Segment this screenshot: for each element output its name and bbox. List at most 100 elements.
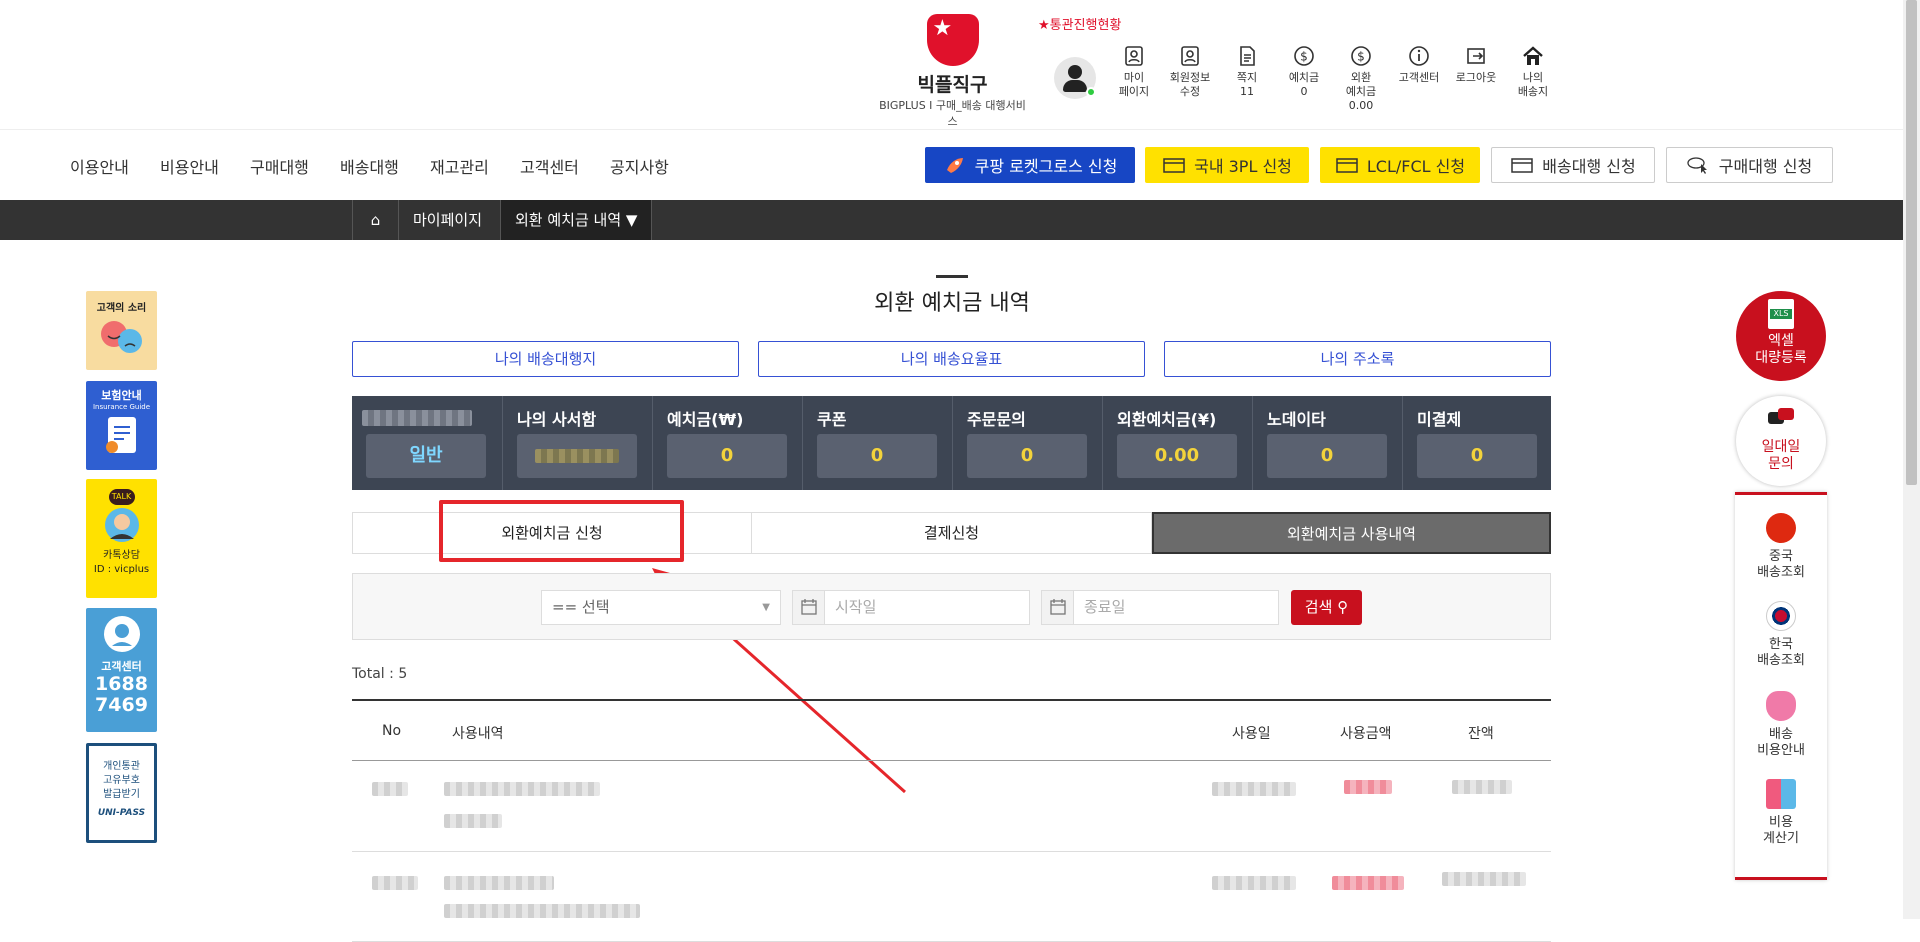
foreign-deposit-stat-label: 외환예치금(¥) — [1117, 410, 1217, 429]
domestic-3pl-label: 국내 3PL 신청 — [1194, 157, 1292, 176]
korea-flag-icon — [1766, 601, 1796, 631]
customer-center-link[interactable]: 고객센터 — [1391, 45, 1447, 85]
lcl-fcl-button[interactable]: LCL/FCL 신청 — [1320, 147, 1480, 183]
deposit-stat-label: 예치금(₩) — [667, 410, 744, 429]
my-address-label: 나의 배송지 — [1517, 71, 1549, 98]
shipping-cost-guide-button[interactable]: 배송 비용안내 — [1735, 691, 1827, 759]
order-inquiry-stat-value: 0 — [967, 434, 1087, 478]
my-address-book-button[interactable]: 나의 주소록 — [1164, 341, 1551, 377]
unpaid-stat[interactable]: 미결제 0 — [1402, 396, 1552, 490]
purchase-request-button[interactable]: 구매대행 신청 — [1666, 147, 1833, 183]
start-date-field[interactable]: 시작일 — [792, 590, 1030, 625]
tab-payment-request[interactable]: 결제신청 — [751, 512, 1152, 554]
start-date-placeholder: 시작일 — [835, 598, 877, 616]
blurred-cell — [1212, 876, 1296, 890]
nav-customer-center[interactable]: 고객센터 — [520, 154, 579, 178]
info-icon — [1409, 46, 1429, 66]
deposit-stat[interactable]: 예치금(₩) 0 — [652, 396, 802, 490]
logo-subtitle: BIGPLUS I 구매_배송 대행서비스 — [879, 99, 1026, 128]
col-amount: 사용금액 — [1340, 726, 1392, 742]
customer-center-phone: 1688 7469 — [95, 673, 148, 716]
one-on-one-inquiry-button[interactable]: 일대일 문의 — [1736, 396, 1826, 486]
page-title: 외환 예치금 내역 — [874, 291, 1030, 316]
member-edit-icon — [1181, 46, 1199, 66]
message-label: 쪽지 11 — [1236, 71, 1258, 98]
my-address-link[interactable]: 나의 배송지 — [1505, 45, 1561, 99]
message-link[interactable]: 쪽지 11 — [1219, 45, 1275, 99]
breadcrumb-mypage[interactable]: 마이페이지 — [398, 200, 496, 240]
table-row[interactable] — [352, 762, 1551, 852]
kakao-chat-banner[interactable]: TALK 카톡상담 ID : vicplus — [86, 479, 157, 598]
end-date-field[interactable]: 종료일 — [1041, 590, 1279, 625]
member-edit-link[interactable]: 회원정보 수정 — [1162, 45, 1218, 99]
scrollbar-thumb[interactable] — [1906, 0, 1917, 485]
nav-purchase-agency[interactable]: 구매대행 — [250, 154, 309, 178]
agent-icon — [104, 508, 139, 542]
customer-voice-banner[interactable]: 고객의 소리 — [86, 291, 157, 370]
domestic-3pl-button[interactable]: 국내 3PL 신청 — [1145, 147, 1309, 183]
table-row[interactable] — [352, 852, 1551, 942]
category-select[interactable]: == 선택 ▼ — [541, 590, 781, 625]
nav-shipping-agency[interactable]: 배송대행 — [340, 154, 399, 178]
logo-name: 빅플직구 — [917, 74, 988, 96]
cost-calculator-button[interactable]: 비용 계산기 — [1735, 779, 1827, 847]
quick-menu-panel: 중국 배송조회 한국 배송조회 배송 비용안내 비용 계산기 — [1735, 492, 1827, 880]
breadcrumb-home-icon[interactable]: ⌂ — [352, 200, 398, 240]
no-data-stat[interactable]: 노데이타 0 — [1252, 396, 1402, 490]
excel-bulk-upload-button[interactable]: XLS 엑셀 대량등록 — [1736, 291, 1826, 381]
logout-link[interactable]: 로그아웃 — [1448, 45, 1504, 85]
logout-icon — [1467, 48, 1485, 64]
tab-foreign-deposit-history[interactable]: 외환예치금 사용내역 — [1152, 512, 1551, 554]
avatar[interactable] — [1054, 57, 1096, 99]
talk-badge: TALK — [108, 489, 135, 505]
kakao-chat-id: 카톡상담 ID : vicplus — [93, 550, 150, 575]
coupon-stat[interactable]: 쿠폰 0 — [802, 396, 952, 490]
excel-bulk-upload-label: 엑셀 대량등록 — [1755, 333, 1807, 366]
customs-status-link[interactable]: ★통관진행현황 — [1038, 14, 1121, 33]
mypage-link[interactable]: 마이 페이지 — [1106, 45, 1162, 99]
china-flag-icon — [1766, 513, 1796, 543]
logout-label: 로그아웃 — [1455, 71, 1497, 84]
korea-tracking-button[interactable]: 한국 배송조회 — [1735, 601, 1827, 669]
blurred-cell — [1332, 876, 1404, 890]
logo-mark-icon — [926, 14, 979, 66]
excel-file-icon: XLS — [1768, 299, 1794, 329]
site-logo[interactable]: 빅플직구 BIGPLUS I 구매_배송 대행서비스 — [875, 14, 1030, 129]
coupang-rocket-growth-button[interactable]: 쿠팡 로켓그로스 신청 — [925, 147, 1135, 183]
no-data-stat-label: 노데이타 — [1267, 410, 1326, 429]
unpaid-stat-label: 미결제 — [1417, 410, 1462, 429]
china-tracking-button[interactable]: 중국 배송조회 — [1735, 513, 1827, 581]
deposit-link[interactable]: $ 예치금 0 — [1276, 45, 1332, 99]
order-inquiry-stat[interactable]: 주문문의 0 — [952, 396, 1102, 490]
blurred-cell — [444, 782, 600, 796]
breadcrumb-current-dropdown[interactable]: 외환 예치금 내역 ▼ — [500, 200, 653, 240]
no-data-stat-value: 0 — [1267, 434, 1387, 478]
foreign-deposit-stat[interactable]: 외환예치금(¥) 0.00 — [1102, 396, 1252, 490]
calendar-icon — [1042, 591, 1074, 624]
nav-usage-guide[interactable]: 이용안내 — [70, 154, 129, 178]
end-date-placeholder: 종료일 — [1084, 598, 1126, 616]
insurance-guide-title: 보험안내 — [101, 389, 142, 402]
col-usage: 사용내역 — [452, 726, 504, 742]
search-button[interactable]: 검색 ⚲ — [1291, 590, 1362, 625]
customer-center-banner[interactable]: 고객센터 1688 7469 — [86, 608, 157, 732]
blurred-cell — [1452, 780, 1512, 794]
insurance-guide-banner[interactable]: 보험안내 Insurance Guide — [86, 381, 157, 470]
foreign-deposit-stat-value: 0.00 — [1117, 434, 1237, 478]
my-shipping-rates-button[interactable]: 나의 배송요율표 — [758, 341, 1145, 377]
nav-inventory[interactable]: 재고관리 — [430, 154, 489, 178]
box-icon — [1163, 158, 1185, 173]
shipping-request-button[interactable]: 배송대행 신청 — [1491, 147, 1655, 183]
nav-notice[interactable]: 공지사항 — [610, 154, 669, 178]
po-box-stat: 나의 사서함 — [502, 396, 652, 490]
money-bag-icon — [1766, 691, 1796, 721]
po-box-label: 나의 사서함 — [517, 410, 597, 429]
blurred-username — [362, 410, 472, 426]
foreign-deposit-link[interactable]: $ 외환 예치금 0.00 — [1333, 45, 1389, 113]
deposit-label: 예치금 0 — [1288, 71, 1320, 98]
nav-cost-guide[interactable]: 비용안내 — [160, 154, 219, 178]
purchase-request-label: 구매대행 신청 — [1718, 157, 1813, 176]
insurance-guide-subtitle: Insurance Guide — [92, 403, 151, 411]
unipass-banner[interactable]: 개인통관 고유부호 발급받기 UNI-PASS — [86, 743, 157, 843]
my-shipping-address-button[interactable]: 나의 배송대행지 — [352, 341, 739, 377]
